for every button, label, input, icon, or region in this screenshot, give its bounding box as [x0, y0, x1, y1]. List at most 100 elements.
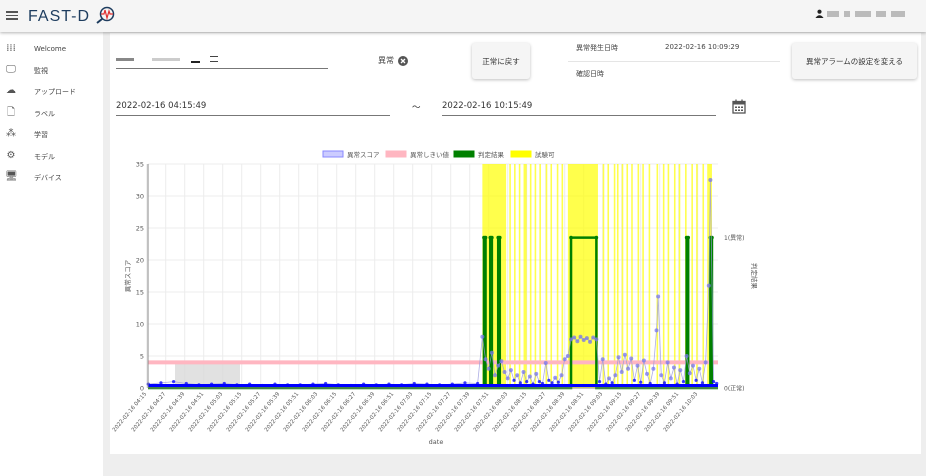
excluded-range: [556, 164, 559, 388]
judgement-point: [710, 235, 714, 240]
x-tick-label: 2022-02-16 09:15: [587, 391, 624, 433]
y-tick-label: 20: [136, 257, 144, 265]
score-point: [684, 354, 689, 358]
x-tick-label: 2022-02-16 08:39: [530, 391, 567, 433]
score-point: [575, 339, 580, 344]
x-tick-label: 2022-02-16 05:03: [188, 391, 225, 433]
score-point: [711, 380, 716, 384]
y-tick-label: 30: [136, 193, 144, 201]
excluded-range: [662, 164, 665, 388]
score-point: [616, 355, 621, 360]
y-axis-label: 異常スコア: [123, 259, 132, 292]
score-point: [534, 371, 539, 376]
score-point: [496, 363, 501, 368]
excluded-range: [518, 164, 521, 388]
score-point: [629, 356, 634, 361]
judgement-point: [569, 235, 573, 240]
x-tick-label: 2022-02-16 05:51: [264, 391, 300, 433]
score-point: [493, 373, 498, 378]
excluded-range: [613, 164, 616, 388]
score-point: [668, 376, 673, 381]
excluded-range: [602, 164, 605, 388]
legend-label: 異常しきい値: [410, 150, 450, 159]
score-point: [572, 335, 577, 340]
x-tick-label: 2022-02-16 06:03: [283, 391, 320, 433]
score-point: [694, 378, 698, 382]
score-point: [502, 370, 507, 374]
y-tick-label: 5: [140, 353, 144, 361]
anomaly-chart: 051015202530352022-02-16 04:152022-02-16…: [112, 150, 759, 446]
score-point: [654, 328, 659, 333]
score-point: [635, 363, 640, 368]
legend-swatch: [453, 150, 475, 158]
x-tick-label: 2022-02-16 09:27: [606, 391, 643, 433]
score-point: [651, 366, 656, 371]
x-tick-label: 2022-02-16 07:51: [454, 391, 490, 433]
score-point: [489, 350, 494, 355]
y2-axis-label: 判定結果: [750, 263, 759, 290]
score-point: [687, 371, 692, 376]
excluded-range: [514, 164, 516, 388]
y-tick-label: 35: [136, 161, 144, 169]
score-point: [594, 337, 599, 342]
score-point: [543, 361, 548, 366]
score-point: [671, 365, 676, 370]
score-point: [480, 334, 485, 339]
y2-tick-label: 1(異常): [724, 234, 745, 242]
excluded-range: [529, 164, 532, 388]
app-header: FAST-D: [0, 0, 926, 32]
score-point: [607, 376, 612, 381]
x-tick-label: 2022-02-16 06:15: [302, 391, 339, 433]
score-point: [508, 368, 513, 373]
score-point: [626, 366, 631, 371]
app-logo: FAST-D: [28, 6, 117, 26]
score-point: [556, 380, 560, 384]
score-point: [588, 339, 593, 344]
judgement-point: [490, 235, 494, 240]
score-point: [565, 354, 570, 358]
score-point: [697, 366, 702, 371]
score-baseline: [148, 384, 718, 387]
score-point: [656, 294, 661, 299]
score-point: [703, 360, 708, 365]
hamburger-menu-icon[interactable]: [6, 9, 18, 21]
excluded-range: [678, 164, 681, 388]
x-tick-label: 2022-02-16 09:03: [568, 391, 605, 433]
x-axis-label: date: [429, 438, 444, 446]
score-point: [512, 378, 516, 382]
excluded-range: [656, 164, 659, 388]
x-tick-label: 2022-02-16 06:51: [359, 391, 395, 433]
score-point: [708, 178, 713, 182]
excluded-range: [673, 164, 676, 388]
excluded-range: [648, 164, 651, 388]
score-point: [527, 374, 532, 379]
score-point: [659, 373, 664, 378]
legend-label: 異常スコア: [347, 150, 380, 159]
score-point: [486, 366, 491, 371]
score-point: [553, 375, 558, 380]
score-point: [632, 378, 636, 382]
score-point: [678, 368, 683, 373]
score-point: [537, 380, 541, 384]
score-point: [515, 373, 520, 378]
legend-swatch: [322, 150, 344, 158]
y-tick-label: 15: [136, 289, 144, 297]
score-point: [578, 334, 583, 339]
x-tick-label: 2022-02-16 08:27: [511, 391, 548, 433]
excluded-range: [567, 164, 598, 388]
x-tick-label: 2022-02-16 04:39: [150, 391, 187, 433]
score-point: [597, 380, 602, 384]
score-point: [562, 357, 567, 362]
x-tick-label: 2022-02-16 07:27: [416, 391, 453, 433]
judgement-point: [497, 235, 502, 240]
judgement-point: [686, 235, 691, 240]
person-icon: [815, 9, 824, 18]
score-point: [600, 357, 605, 362]
excluded-range: [691, 164, 693, 388]
x-tick-label: 2022-02-16 04:27: [131, 391, 168, 433]
excluded-range: [631, 164, 633, 388]
user-menu[interactable]: [815, 9, 907, 18]
score-point: [690, 363, 695, 368]
excluded-range: [534, 164, 537, 388]
score-point: [584, 336, 589, 341]
